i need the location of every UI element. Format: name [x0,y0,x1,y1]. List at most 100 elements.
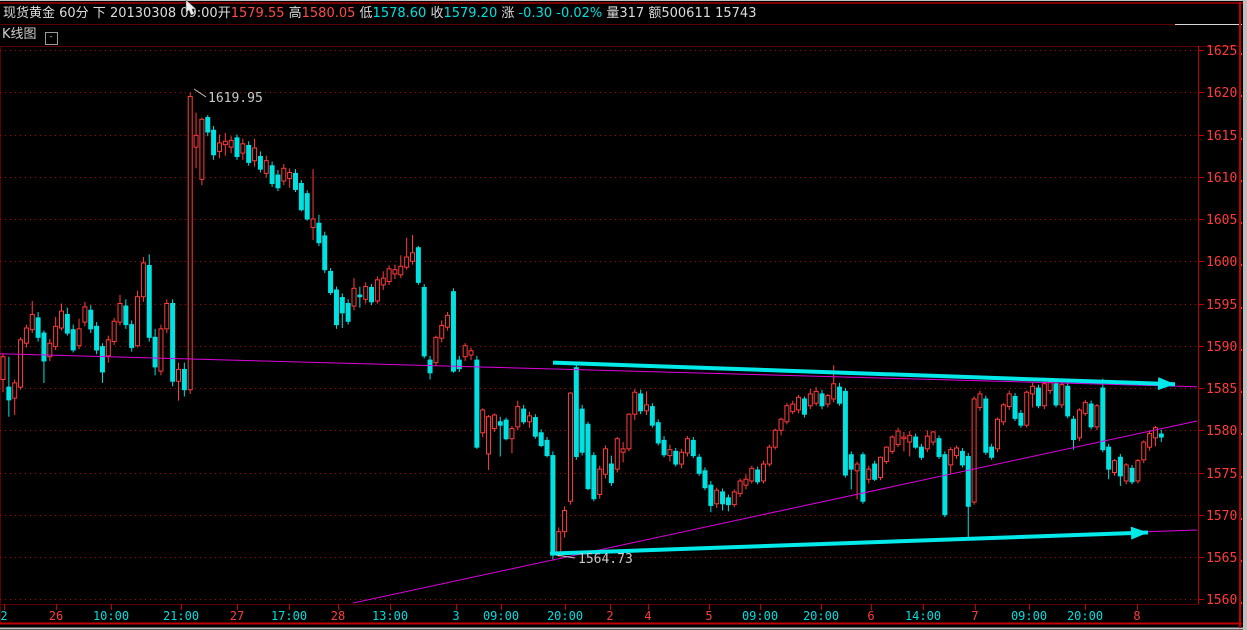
candle [907,431,913,457]
candle [924,430,930,453]
candle [456,355,462,372]
trading-app-window: 现货黄金 60分 下 20130308 09:00开1579.55 高1580.… [0,0,1247,630]
candle [1117,453,1123,487]
candle [1082,399,1088,416]
candle [404,237,410,270]
candle [965,453,971,538]
candle [1088,400,1094,430]
upper-wedge-cyan-arrowhead[interactable] [1157,377,1175,391]
candle [421,284,427,359]
candle [638,389,644,415]
candle [983,395,989,455]
candle [76,318,82,350]
time-axis-label: 14:00 [905,609,941,623]
candle [445,311,451,331]
candle [164,299,170,334]
candle [369,284,375,306]
lower-wedge-cyan[interactable] [549,530,1149,556]
candle [146,254,152,342]
candle [357,286,363,308]
candle [913,433,919,449]
candle [193,112,199,169]
candle [971,396,977,505]
candle [129,320,135,352]
candle [901,431,907,452]
candle [281,164,287,186]
time-axis-label: 20:00 [803,609,839,623]
candle [0,354,6,393]
time-axis-label: 7 [971,609,978,623]
time-axis-label: 5 [705,609,712,623]
candle [1024,390,1030,428]
time-axis-label: 09:00 [1011,609,1047,623]
candle [872,460,878,481]
candle [766,444,772,467]
candle [59,303,64,331]
time-axis-label: 27 [230,609,244,623]
candle [304,190,310,221]
candle [550,451,556,560]
candle [749,465,755,484]
candle [363,282,369,304]
candle [959,447,965,468]
candle [679,448,685,469]
candle [562,506,568,538]
candle [579,404,585,456]
candle [603,445,609,479]
candle [790,400,796,415]
candle [532,414,538,439]
candle [725,494,731,512]
candle [918,443,924,460]
candle [94,322,100,355]
candle [597,465,603,499]
time-axis-label: 20:00 [1067,609,1103,623]
candle [708,480,714,513]
candle [655,419,661,446]
candle [837,382,843,406]
candle [1065,382,1071,419]
candle [1158,429,1164,443]
candle [293,169,298,192]
candle [1152,426,1158,447]
candle [70,324,76,353]
candle [778,417,784,436]
candle [807,388,813,410]
candle [176,362,181,401]
candle [123,299,129,329]
candle [538,429,544,448]
candle [626,413,632,452]
time-axis-label: 09:00 [483,609,519,623]
candle [263,155,269,178]
candle [345,299,351,325]
high-annotation: 1619.95 [208,91,263,106]
candle [181,362,187,397]
candle [398,255,404,279]
candle [772,428,778,450]
candle [170,299,176,387]
candle [53,317,59,350]
candle [64,307,70,336]
candle [433,335,439,367]
candle [1041,381,1047,410]
time-axis-label: 8 [1133,609,1140,623]
candle [889,435,895,454]
lower-wedge-cyan-arrowhead[interactable] [1130,526,1148,540]
candle [714,487,720,508]
candle [474,355,480,449]
time-axis-label: 26 [49,609,63,623]
candle [380,271,386,290]
candle [977,390,983,411]
candle [333,286,339,329]
upper-wedge-cyan[interactable] [552,360,1176,387]
candle [386,265,392,285]
candle [105,335,111,363]
low-annotation: 1564.73 [578,552,633,567]
time-axis-label: 09:00 [742,609,778,623]
candle [661,436,667,458]
candle [878,456,883,481]
candle [784,403,790,425]
candle [140,257,146,302]
candle [240,138,246,160]
candle [187,92,193,394]
candle [1006,390,1012,410]
